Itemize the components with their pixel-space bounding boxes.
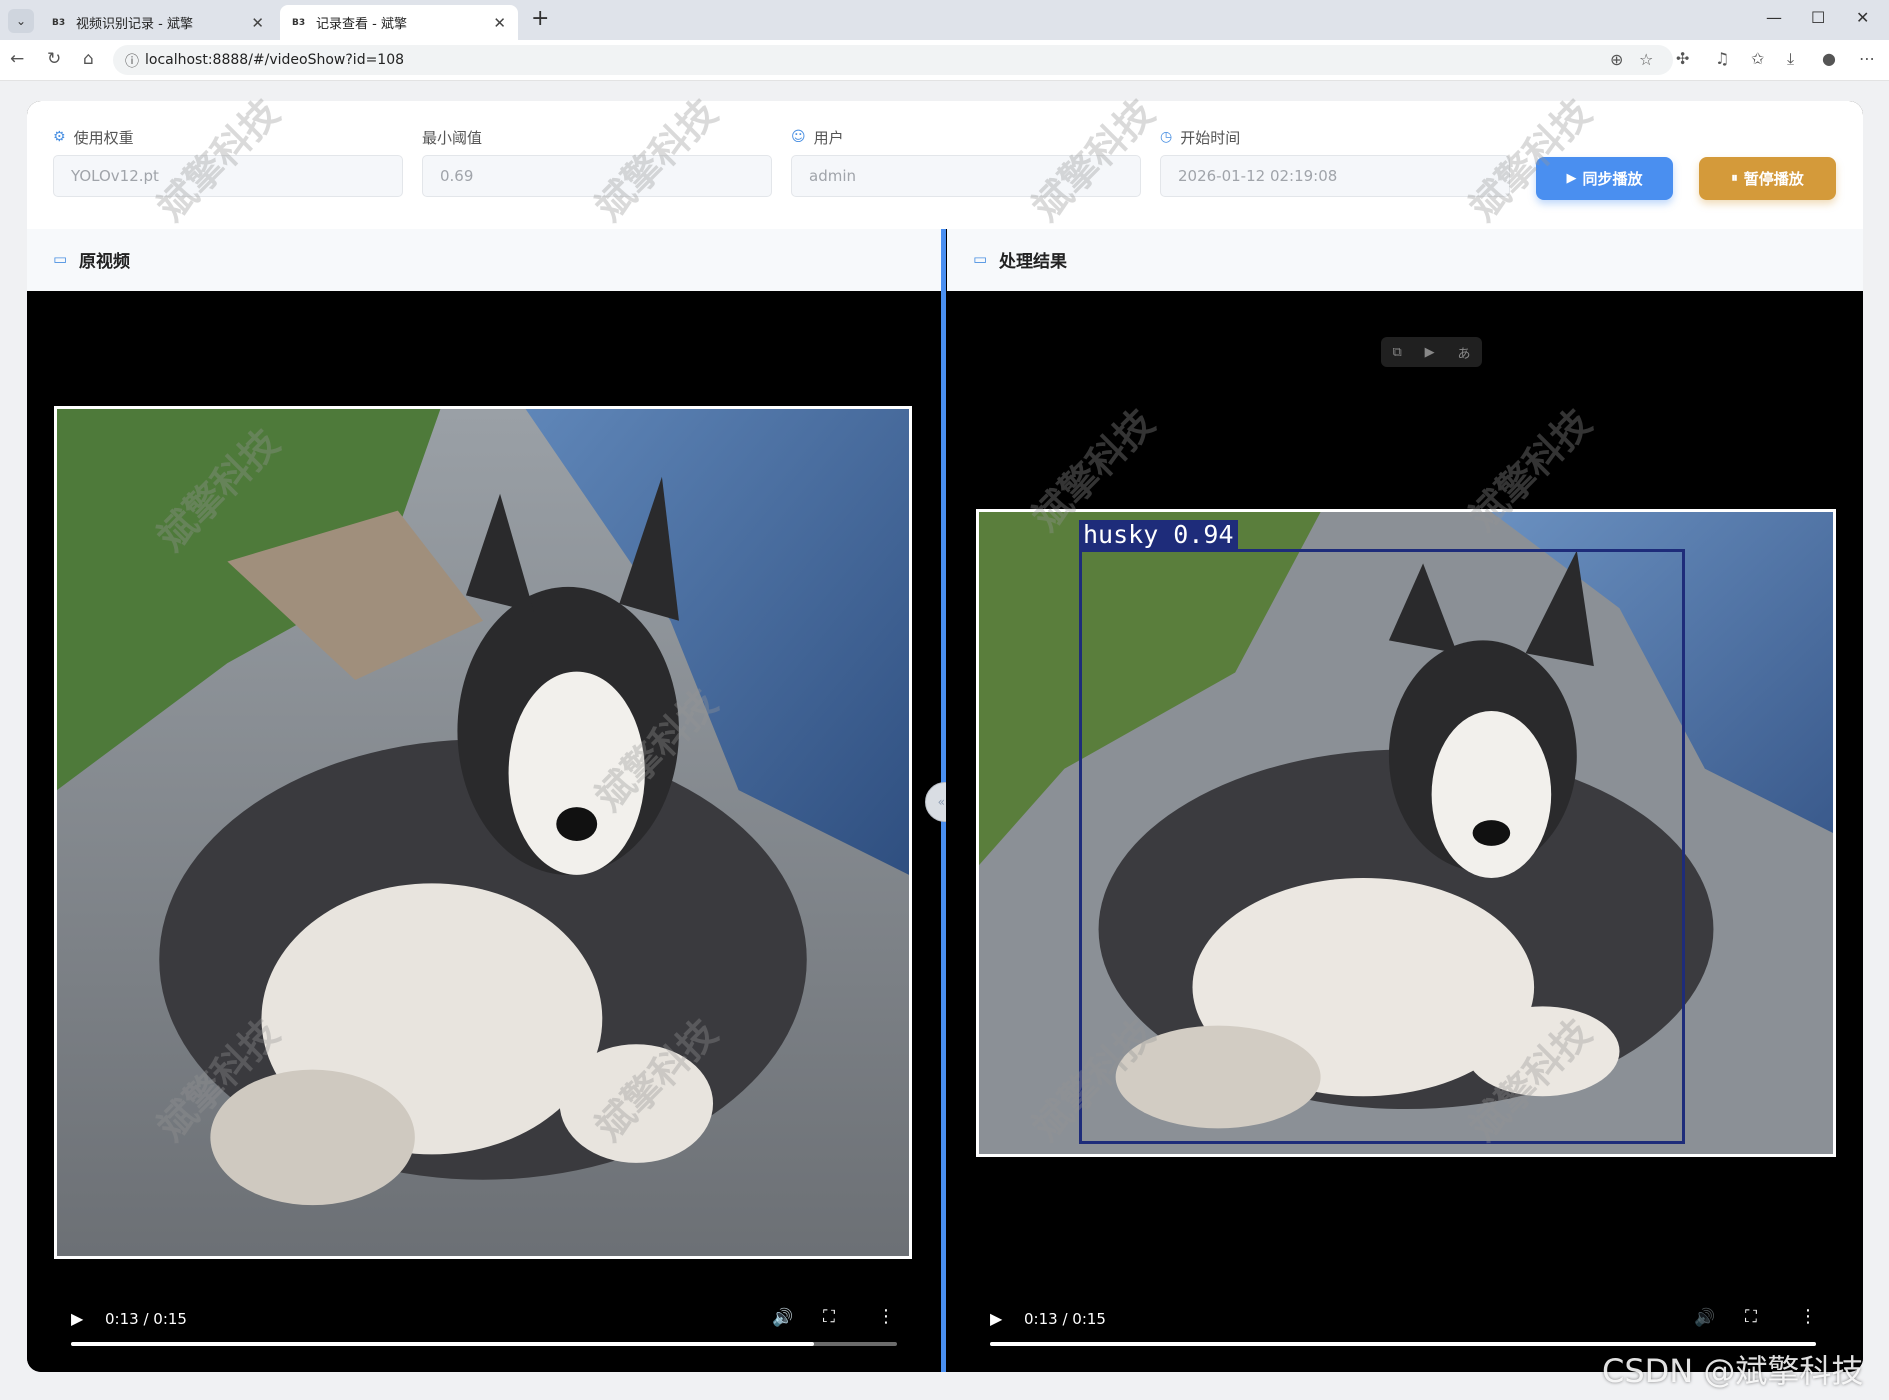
gear-icon: ⚙ [53, 129, 66, 145]
maximize-icon[interactable]: ☐ [1811, 8, 1825, 27]
favorite-star-icon[interactable]: ☆ [1639, 50, 1653, 69]
more-menu-icon[interactable]: ⋯ [1859, 49, 1875, 68]
url-field[interactable]: ⓘ localhost:8888/#/videoShow?id=108 ⊕ ☆ [113, 45, 1673, 75]
result-video-title: 处理结果 [999, 252, 1067, 272]
threshold-input: 0.69 [422, 155, 772, 197]
download-icon[interactable]: ⤓ [1787, 49, 1794, 69]
sync-play-label: 同步播放 [1582, 170, 1643, 188]
site-info-icon[interactable]: ⓘ [125, 51, 139, 71]
video-progress-bar[interactable] [71, 1342, 897, 1346]
result-video-frame: husky 0.94 [976, 509, 1836, 1157]
more-options-icon[interactable]: ⋮ [1799, 1306, 1817, 1327]
tab-close-icon[interactable]: ✕ [251, 14, 264, 32]
weight-field: ⚙ 使用权重 YOLOv12.pt [53, 127, 403, 197]
weight-input: YOLOv12.pt [53, 155, 403, 197]
more-options-icon[interactable]: ⋮ [877, 1306, 895, 1327]
record-info-bar: ⚙ 使用权重 YOLOv12.pt 最小阈值 0.69 ☺ 用户 admin ◷ 开始… [27, 101, 1863, 229]
video-camera-icon: ▭ [53, 250, 68, 268]
monitor-icon: ▭ [973, 250, 988, 268]
detection-label: husky 0.94 [1079, 520, 1238, 550]
weight-label: 使用权重 [73, 128, 134, 147]
fullscreen-icon[interactable]: ⛶ [823, 1307, 835, 1327]
video-time: 0:13 / 0:15 [1024, 1310, 1106, 1328]
browser-tab-video-records[interactable]: B3 视频识别记录 - 斌擎 ✕ [40, 5, 276, 40]
tab-title: 记录查看 - 斌擎 [316, 17, 407, 32]
husky-image [57, 409, 909, 1256]
detection-bounding-box [1079, 549, 1685, 1144]
home-icon[interactable]: ⌂ [83, 49, 94, 69]
video-progress-fill [71, 1342, 815, 1346]
video-controls: ▶ 0:13 / 0:15 🔊 ⛶ ⋮ [27, 1293, 941, 1363]
play-circle-icon: ▶ [1566, 171, 1577, 186]
cast-video-icon[interactable]: ▶ [1425, 345, 1435, 360]
zoom-icon[interactable]: ⊕ [1610, 50, 1623, 69]
fullscreen-icon[interactable]: ⛶ [1745, 1307, 1757, 1327]
new-tab-plus-icon[interactable]: + [531, 6, 549, 31]
start-time-input: 2026-01-12 02:19:08 [1160, 155, 1510, 197]
play-icon[interactable]: ▶ [71, 1309, 83, 1328]
pause-circle-icon: ⏸ [1731, 171, 1738, 186]
clock-icon: ◷ [1160, 129, 1173, 145]
extensions-puzzle-icon[interactable]: ✣ [1676, 49, 1689, 68]
result-video-header: ▭ 处理结果 [947, 229, 1863, 291]
threshold-field: 最小阈值 0.69 [422, 127, 772, 197]
picture-in-picture-icon[interactable]: ⧉ [1392, 345, 1401, 360]
favorites-list-icon[interactable]: ✩ [1751, 49, 1764, 68]
reload-icon[interactable]: ↻ [47, 49, 61, 69]
site-favicon-icon: B3 [52, 17, 66, 28]
user-input: admin [791, 155, 1141, 197]
profile-avatar-icon[interactable]: ● [1822, 49, 1836, 68]
video-time: 0:13 / 0:15 [105, 1310, 187, 1328]
volume-icon[interactable]: 🔊 [772, 1308, 793, 1328]
video-overlay-toolbar: ⧉ ▶ あ [1381, 337, 1482, 367]
pause-play-label: 暂停播放 [1743, 170, 1804, 188]
user-field: ☺ 用户 admin [791, 127, 1141, 197]
user-label: 用户 [813, 128, 844, 147]
tab-title: 视频识别记录 - 斌擎 [76, 17, 193, 32]
play-icon[interactable]: ▶ [990, 1309, 1002, 1328]
translate-icon[interactable]: あ [1458, 343, 1471, 362]
user-icon: ☺ [791, 129, 806, 145]
threshold-label: 最小阈值 [422, 128, 483, 147]
start-time-field: ◷ 开始时间 2026-01-12 02:19:08 [1160, 127, 1510, 197]
sync-play-button[interactable]: ▶ 同步播放 [1536, 157, 1673, 200]
start-time-label: 开始时间 [1180, 128, 1241, 147]
site-favicon-icon: B3 [292, 17, 306, 28]
browser-tab-record-view[interactable]: B3 记录查看 - 斌擎 ✕ [280, 5, 518, 40]
original-video-title: 原视频 [79, 252, 130, 272]
original-video-header: ▭ 原视频 [27, 229, 941, 291]
browser-tab-strip: ⌄ B3 视频识别记录 - 斌擎 ✕ B3 记录查看 - 斌擎 ✕ + — ☐ … [0, 0, 1889, 40]
url-text: localhost:8888/#/videoShow?id=108 [145, 52, 405, 68]
result-video-player[interactable]: ⧉ ▶ あ husky 0.94 ▶ 0:13 / 0:15 🔊 ⛶ ⋮ [946, 291, 1863, 1372]
window-close-icon[interactable]: ✕ [1856, 8, 1869, 27]
volume-muted-icon[interactable]: 🔊 [1694, 1308, 1715, 1328]
original-video-frame [54, 406, 912, 1259]
tab-list-chevron-icon[interactable]: ⌄ [8, 9, 34, 33]
address-bar: ← ↻ ⌂ ⓘ localhost:8888/#/videoShow?id=10… [0, 40, 1889, 81]
csdn-watermark: CSDN @斌擎科技 [1602, 1352, 1864, 1390]
pause-play-button[interactable]: ⏸ 暂停播放 [1699, 157, 1836, 200]
minimize-icon[interactable]: — [1766, 8, 1782, 27]
video-show-card: ⚙ 使用权重 YOLOv12.pt 最小阈值 0.69 ☺ 用户 admin ◷ 开始… [27, 101, 1863, 1372]
tab-close-icon[interactable]: ✕ [493, 14, 506, 32]
original-video-player[interactable]: ▶ 0:13 / 0:15 🔊 ⛶ ⋮ [27, 291, 941, 1372]
media-icon[interactable]: ♫ [1715, 49, 1729, 68]
back-arrow-icon[interactable]: ← [10, 49, 24, 69]
